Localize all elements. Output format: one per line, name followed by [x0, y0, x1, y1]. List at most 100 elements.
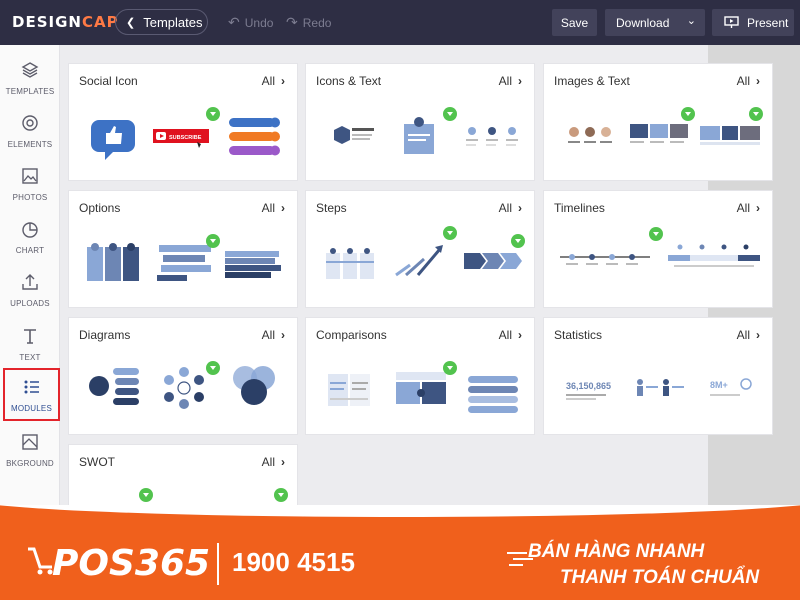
view-all-link[interactable]: All ›: [499, 74, 522, 88]
view-all-link[interactable]: All ›: [499, 328, 522, 342]
banner-divider: [217, 543, 219, 585]
thumbnail[interactable]: [223, 358, 289, 428]
premium-gem-icon: [749, 107, 763, 121]
logo-text-accent: CAP: [81, 13, 119, 31]
thumbnail[interactable]: [79, 104, 145, 174]
thumbnail[interactable]: [460, 104, 526, 174]
chevron-right-icon: ›: [518, 201, 522, 215]
download-button[interactable]: Download ⌄: [605, 9, 705, 36]
premium-gem-icon: [681, 107, 695, 121]
sidebar-item-modules[interactable]: MODULES: [3, 368, 60, 421]
thumbnail[interactable]: [223, 231, 289, 301]
sidebar-item-label: UPLOADS: [10, 299, 50, 308]
pie-chart-icon: [22, 222, 38, 238]
undo-label: Undo: [244, 15, 274, 30]
stat-number: 36,150,865: [566, 381, 611, 391]
elements-icon: [22, 115, 38, 131]
module-thumbnails: [79, 358, 289, 428]
card-title: Timelines: [554, 201, 605, 215]
module-card-diagrams[interactable]: Diagrams All ›: [68, 317, 298, 435]
view-all-label: All: [498, 328, 512, 342]
module-card-images-text[interactable]: Images & Text All ›: [543, 63, 773, 181]
redo-icon: ↷: [286, 14, 298, 30]
templates-back-button[interactable]: ❮ Templates: [115, 9, 208, 35]
thumbnail[interactable]: [79, 358, 145, 428]
card-title: SWOT: [79, 455, 115, 469]
sidebar-item-background[interactable]: BKGROUND: [0, 425, 60, 475]
sidebar-item-photos[interactable]: PHOTOS: [0, 159, 60, 209]
view-all-link[interactable]: All ›: [737, 201, 760, 215]
sidebar-item-uploads[interactable]: UPLOADS: [0, 265, 60, 315]
thumbnail[interactable]: [223, 104, 289, 174]
download-label: Download: [616, 15, 670, 30]
thumbnail[interactable]: [316, 231, 382, 301]
module-thumbnails: [316, 226, 526, 301]
thumbnail[interactable]: 36,150,865: [554, 358, 620, 428]
view-all-label: All: [261, 455, 275, 469]
photo-icon: [22, 168, 38, 184]
module-thumbnails: [316, 104, 526, 174]
view-all-link[interactable]: All ›: [262, 201, 285, 215]
view-all-link[interactable]: All ›: [737, 74, 760, 88]
view-all-label: All: [736, 74, 750, 88]
module-card-social-icon[interactable]: Social Icon All › SUBSCRIBE: [68, 63, 298, 181]
thumbnail[interactable]: [460, 358, 526, 428]
sidebar-item-label: PHOTOS: [12, 193, 48, 202]
module-card-options[interactable]: Options All ›: [68, 190, 298, 308]
thumbnail[interactable]: [388, 231, 454, 301]
sidebar-item-chart[interactable]: CHART: [0, 212, 60, 262]
undo-button[interactable]: ↶ Undo: [228, 14, 273, 31]
view-all-link[interactable]: All ›: [737, 328, 760, 342]
chevron-right-icon: ›: [281, 455, 285, 469]
thumbnail[interactable]: [626, 358, 692, 428]
view-all-link[interactable]: All ›: [262, 328, 285, 342]
module-card-icons-text[interactable]: Icons & Text All ›: [305, 63, 535, 181]
designcap-logo[interactable]: DESIGNCAP: [12, 13, 119, 31]
thumbnail[interactable]: [554, 231, 654, 301]
thumbnail[interactable]: 8M+: [698, 358, 764, 428]
chevron-right-icon: ›: [281, 74, 285, 88]
redo-button[interactable]: ↷ Redo: [286, 14, 331, 31]
sidebar-item-label: CHART: [15, 246, 45, 255]
view-all-label: All: [736, 201, 750, 215]
thumbnail[interactable]: [316, 104, 382, 174]
chevron-right-icon: ›: [756, 328, 760, 342]
present-button[interactable]: Present: [712, 9, 794, 36]
card-title: Comparisons: [316, 328, 387, 342]
view-all-link[interactable]: All ›: [262, 455, 285, 469]
module-thumbnails: [554, 104, 764, 174]
view-all-label: All: [498, 201, 512, 215]
sidebar-item-templates[interactable]: TEMPLATES: [0, 53, 60, 103]
module-card-statistics[interactable]: Statistics All › 36,150,865 8M+: [543, 317, 773, 435]
card-title: Statistics: [554, 328, 603, 342]
sidebar-item-elements[interactable]: ELEMENTS: [0, 106, 60, 156]
module-card-steps[interactable]: Steps All ›: [305, 190, 535, 308]
thumbnail[interactable]: [554, 104, 620, 174]
chevron-right-icon: ›: [281, 201, 285, 215]
stat-number: 8M+: [710, 380, 728, 390]
hotline-number[interactable]: 1900 4515: [232, 547, 355, 578]
module-card-comparisons[interactable]: Comparisons All ›: [305, 317, 535, 435]
save-button[interactable]: Save: [552, 9, 597, 36]
thumbnail[interactable]: [316, 358, 382, 428]
module-card-timelines[interactable]: Timelines All ›: [543, 190, 773, 308]
module-thumbnails: [316, 358, 526, 428]
view-all-link[interactable]: All ›: [499, 201, 522, 215]
chevron-right-icon: ›: [518, 74, 522, 88]
view-all-link[interactable]: All ›: [262, 74, 285, 88]
view-all-label: All: [261, 328, 275, 342]
slogan-line-1: BÁN HÀNG NHANH: [528, 541, 705, 562]
module-thumbnails: [554, 227, 764, 301]
thumbnail[interactable]: [664, 231, 764, 301]
chevron-down-icon[interactable]: ⌄: [687, 14, 696, 27]
thumbnail[interactable]: [79, 231, 145, 301]
view-all-label: All: [261, 74, 275, 88]
premium-gem-icon: [274, 488, 288, 502]
top-toolbar: DESIGNCAP ❮ Templates ↶ Undo ↷ Redo Save…: [0, 0, 800, 45]
cart-icon: [28, 547, 53, 575]
sidebar-item-text[interactable]: TEXT: [0, 319, 60, 369]
card-title: Options: [79, 201, 121, 215]
premium-gem-icon: [206, 107, 220, 121]
slogan-line-2: THANH TOÁN CHUẨN: [560, 567, 760, 588]
sidebar-item-label: BKGROUND: [6, 459, 54, 468]
